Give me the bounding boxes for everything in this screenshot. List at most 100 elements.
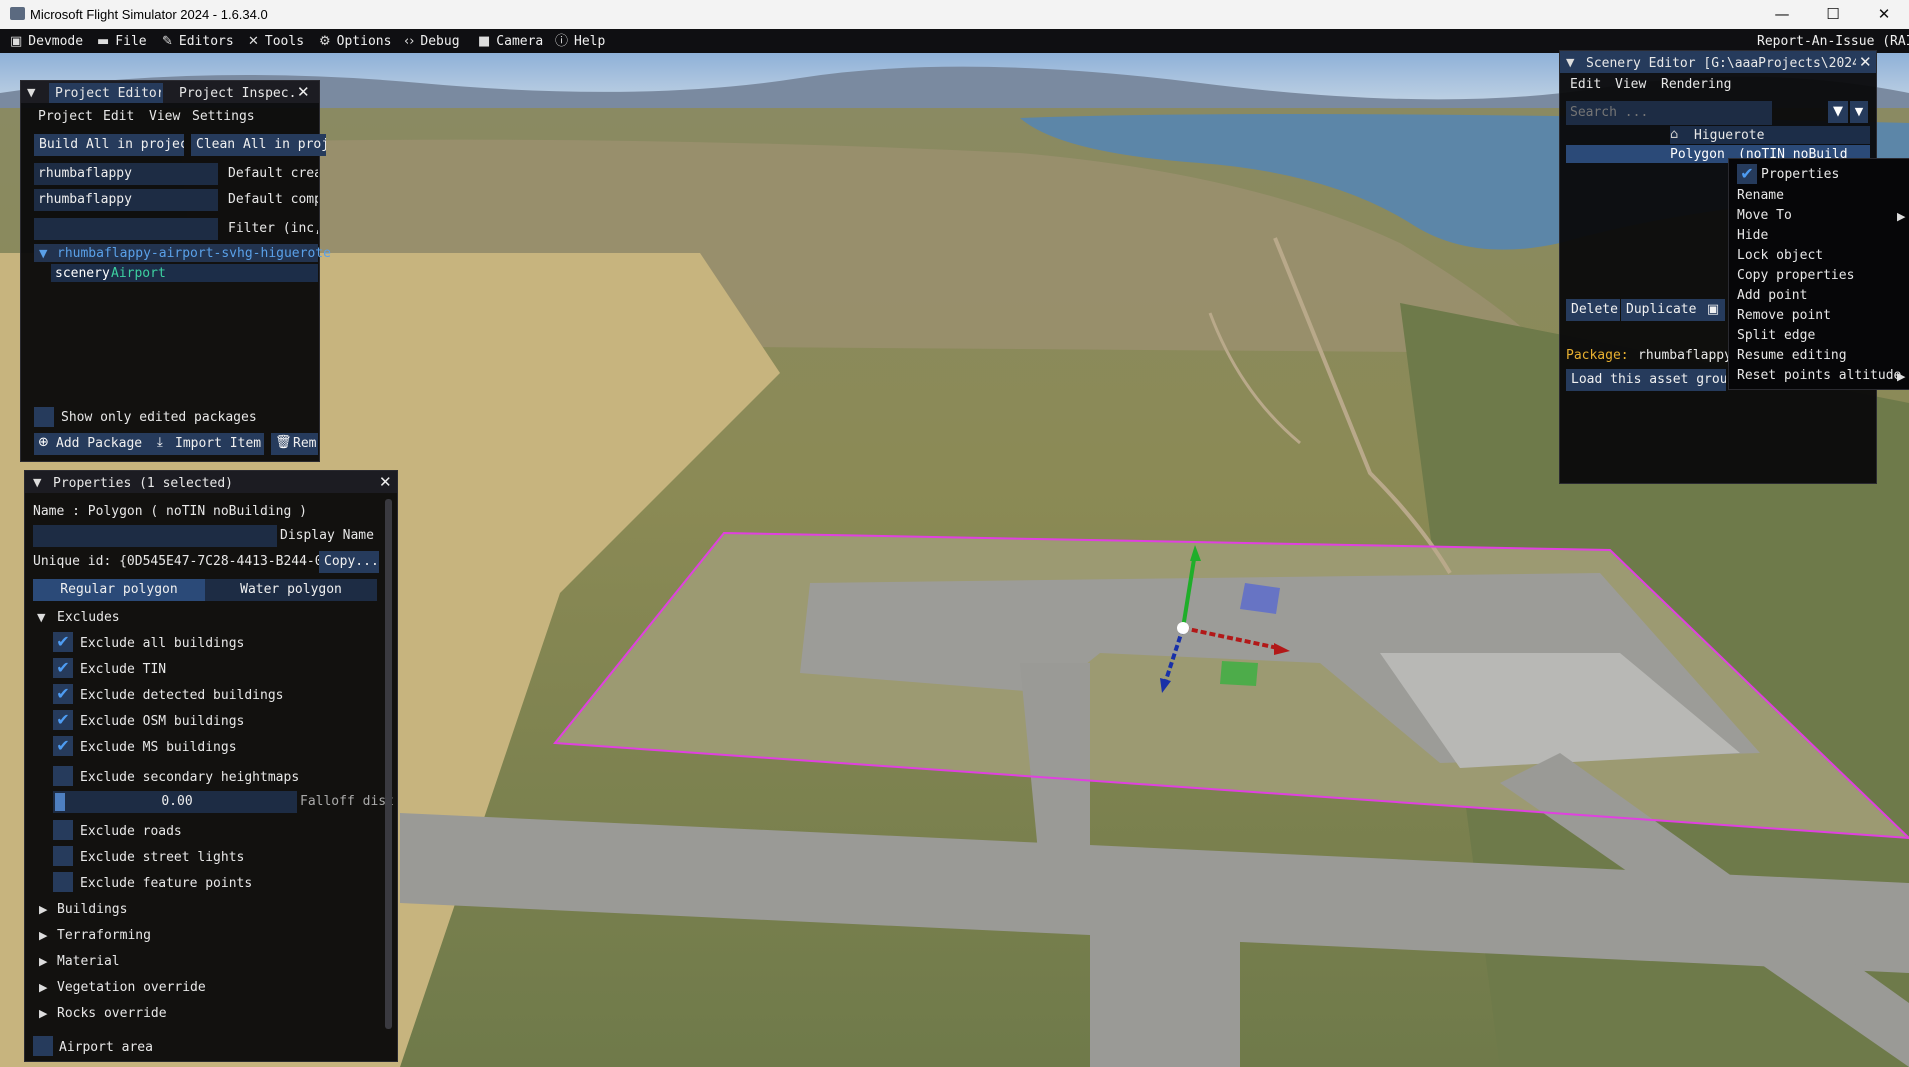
- section-material[interactable]: Material: [57, 954, 120, 969]
- tree-item-polygon[interactable]: Polygon: [1670, 147, 1725, 162]
- slider-handle[interactable]: [55, 793, 65, 811]
- menu-options[interactable]: ⚙ Options: [319, 33, 391, 51]
- close-icon[interactable]: ✕: [297, 83, 310, 101]
- snapshot-icon[interactable]: ▣: [1701, 299, 1725, 321]
- import-item-button[interactable]: Import Item: [153, 433, 264, 455]
- collapse-icon[interactable]: ▼: [1566, 56, 1574, 69]
- filter-input[interactable]: [34, 218, 218, 240]
- maximize-button[interactable]: ☐: [1810, 0, 1856, 29]
- show-only-edited-checkbox[interactable]: [34, 407, 54, 427]
- properties-scrollbar[interactable]: [385, 499, 392, 1029]
- collapse-icon[interactable]: ▼: [33, 476, 41, 489]
- pencil-icon: ✎: [162, 34, 173, 49]
- exclude-all-buildings-checkbox[interactable]: [53, 632, 73, 652]
- exclude-secondary-heightmaps-checkbox[interactable]: [53, 766, 73, 786]
- exclude-tin-checkbox[interactable]: [53, 658, 73, 678]
- menu-item-add-point[interactable]: Add point: [1737, 288, 1807, 303]
- section-terraforming[interactable]: Terraforming: [57, 928, 151, 943]
- menu-edit[interactable]: Edit: [1570, 77, 1601, 92]
- expand-icon[interactable]: ▶: [39, 981, 47, 994]
- chevron-down-icon[interactable]: ▼: [1850, 101, 1868, 123]
- menu-item-copy-properties[interactable]: Copy properties: [1737, 268, 1854, 283]
- clean-all-button[interactable]: Clean All in proje: [191, 134, 326, 156]
- filter-icon[interactable]: ▼: [1828, 101, 1848, 123]
- expand-icon[interactable]: ▶: [39, 929, 47, 942]
- exclude-ms-buildings-checkbox[interactable]: [53, 736, 73, 756]
- minimize-button[interactable]: —: [1759, 0, 1805, 29]
- menu-item-split-edge[interactable]: Split edge: [1737, 328, 1815, 343]
- section-rocks-override[interactable]: Rocks override: [57, 1006, 167, 1021]
- trash-icon: 🗑: [275, 435, 292, 450]
- falloff-distance-label: Falloff dist: [300, 794, 394, 809]
- excludes-header[interactable]: Excludes: [57, 610, 120, 625]
- exclude-roads-checkbox[interactable]: [53, 820, 73, 840]
- help-icon: ⓘ: [555, 34, 569, 49]
- menu-view[interactable]: View: [149, 109, 180, 124]
- tab-regular-polygon[interactable]: Regular polygon: [33, 579, 205, 601]
- search-input[interactable]: [1566, 101, 1772, 125]
- tab-project-inspector[interactable]: Project Inspec...: [179, 86, 299, 101]
- menu-item-properties[interactable]: Properties: [1761, 167, 1839, 182]
- menu-help[interactable]: ⓘ Help: [555, 33, 605, 51]
- default-company-input[interactable]: rhumbaflappy: [34, 189, 218, 211]
- exclude-osm-buildings-label: Exclude OSM buildings: [80, 714, 245, 729]
- expand-icon[interactable]: ▼: [37, 611, 45, 624]
- display-name-input[interactable]: [33, 525, 277, 547]
- copy-id-button[interactable]: Copy...: [319, 551, 379, 573]
- exclude-osm-buildings-checkbox[interactable]: [53, 710, 73, 730]
- menu-settings[interactable]: Settings: [192, 109, 255, 124]
- expand-icon[interactable]: ▶: [39, 903, 47, 916]
- tree-item-higuerote[interactable]: Higuerote: [1694, 128, 1764, 143]
- expand-icon[interactable]: ▼: [39, 247, 47, 260]
- expand-icon[interactable]: ▶: [39, 1007, 47, 1020]
- section-buildings[interactable]: Buildings: [57, 902, 127, 917]
- menu-debug[interactable]: ‹› Debug: [404, 33, 460, 51]
- falloff-distance-slider[interactable]: 0.00: [53, 791, 297, 813]
- close-window-button[interactable]: ✕: [1861, 0, 1907, 29]
- tree-item-scenery[interactable]: scenery: [55, 266, 110, 281]
- close-icon[interactable]: ✕: [1859, 53, 1872, 71]
- context-menu: Properties Rename Move To ▶ Hide Lock ob…: [1728, 158, 1909, 390]
- properties-panel: ▼ Properties (1 selected) ✕ Name : Polyg…: [24, 470, 398, 1062]
- menu-file[interactable]: ▬ File: [97, 33, 147, 51]
- section-vegetation-override[interactable]: Vegetation override: [57, 980, 206, 995]
- menu-item-reset-points-altitude[interactable]: Reset points altitude: [1737, 368, 1901, 383]
- display-name-label: Display Name: [280, 528, 374, 543]
- add-package-button[interactable]: Add Package: [34, 433, 159, 455]
- report-an-issue[interactable]: Report-An-Issue (RAI): [1757, 33, 1909, 51]
- expand-icon[interactable]: ▶: [39, 955, 47, 968]
- submenu-arrow-icon: ▶: [1897, 370, 1906, 383]
- menu-rendering[interactable]: Rendering: [1661, 77, 1731, 92]
- load-asset-group-button[interactable]: Load this asset group: [1566, 369, 1726, 391]
- menu-camera[interactable]: ■ Camera: [478, 33, 543, 51]
- tree-item-package[interactable]: rhumbaflappy-airport-svhg-higuerote: [57, 246, 331, 261]
- menu-view[interactable]: View: [1615, 77, 1646, 92]
- default-creator-input[interactable]: rhumbaflappy: [34, 163, 218, 185]
- duplicate-button[interactable]: Duplicate: [1621, 299, 1701, 321]
- delete-button[interactable]: Delete: [1566, 299, 1620, 321]
- menu-item-remove-point[interactable]: Remove point: [1737, 308, 1831, 323]
- menu-project[interactable]: Project: [38, 109, 93, 124]
- menu-item-move-to[interactable]: Move To: [1737, 208, 1792, 223]
- menu-item-hide[interactable]: Hide: [1737, 228, 1768, 243]
- package-label: Package:: [1566, 348, 1629, 363]
- menu-item-resume-editing[interactable]: Resume editing: [1737, 348, 1847, 363]
- close-icon[interactable]: ✕: [379, 473, 392, 491]
- airport-area-checkbox[interactable]: [33, 1036, 53, 1056]
- exclude-detected-buildings-checkbox[interactable]: [53, 684, 73, 704]
- tree-item-airport[interactable]: Airport: [111, 266, 166, 281]
- menu-editors[interactable]: ✎ Editors: [162, 33, 234, 51]
- camera-icon: ■: [478, 34, 491, 49]
- airport-area-label: Airport area: [59, 1040, 153, 1055]
- exclude-street-lights-checkbox[interactable]: [53, 846, 73, 866]
- menu-devmode[interactable]: ▣ Devmode: [10, 33, 83, 51]
- tab-project-editor[interactable]: Project Editor...: [55, 86, 161, 101]
- menu-edit[interactable]: Edit: [103, 109, 134, 124]
- menu-item-lock-object[interactable]: Lock object: [1737, 248, 1823, 263]
- menu-tools[interactable]: ✕ Tools: [248, 33, 304, 51]
- menu-item-rename[interactable]: Rename: [1737, 188, 1784, 203]
- tab-water-polygon[interactable]: Water polygon: [205, 579, 377, 601]
- build-all-button[interactable]: Build All in project: [34, 134, 184, 156]
- exclude-feature-points-checkbox[interactable]: [53, 872, 73, 892]
- collapse-icon[interactable]: ▼: [27, 86, 35, 99]
